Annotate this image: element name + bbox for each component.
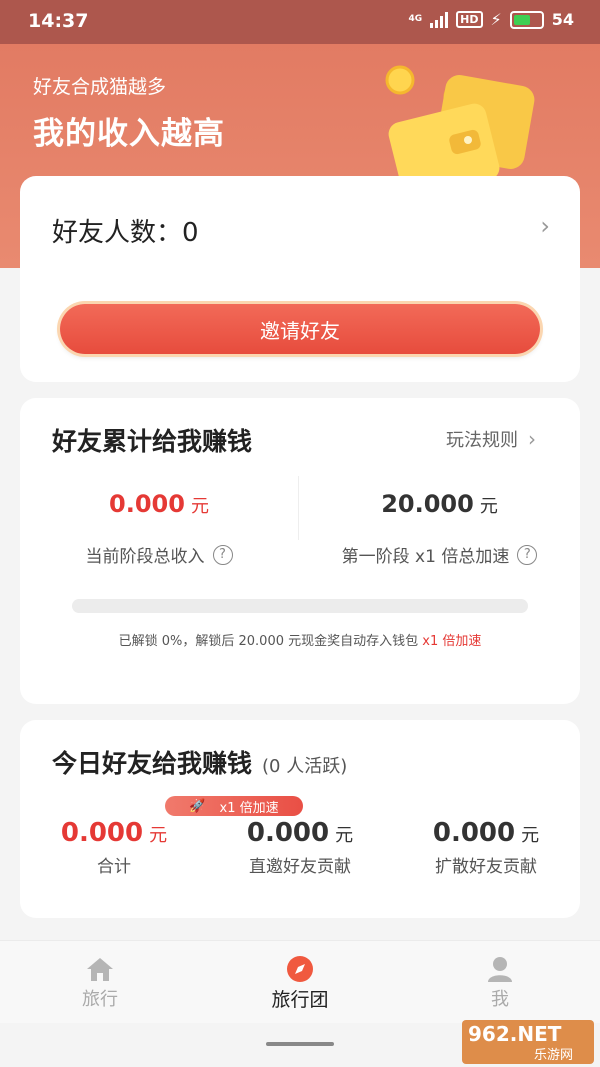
current-amount-value: 0.000 (109, 490, 185, 518)
stat-spread-label: 扩散好友贡献 (435, 857, 537, 877)
charging-icon: ⚡ (490, 10, 502, 29)
battery-icon (509, 10, 544, 29)
compass-icon (240, 955, 360, 983)
hero-title: 我的收入越高 (33, 116, 225, 152)
hero-subtitle: 好友合成猫越多 (33, 76, 167, 98)
user-icon (440, 955, 560, 983)
stat-total-label: 合计 (97, 857, 131, 877)
battery-level: 54 (551, 10, 574, 29)
stage-label-text: 第一阶段 x1 倍总加速 (341, 547, 510, 567)
stat-direct-amount: 0.000 (246, 818, 330, 848)
hd-icon: HD (456, 11, 483, 28)
signal-icon (430, 11, 449, 28)
current-stage-label: 当前阶段总收入 ? (20, 542, 298, 567)
friends-card: 好友人数：0 › 邀请好友 (20, 176, 580, 382)
home-icon (40, 955, 160, 983)
cumulative-earnings-card: 好友累计给我赚钱 玩法规则 › 0.000 元 当前阶段总收入 ? 20.000 元… (20, 398, 580, 704)
stage-label: 第一阶段 x1 倍总加速 ? (299, 542, 580, 567)
nav-item-group[interactable]: 旅行团 (240, 955, 360, 1012)
invite-friends-button[interactable]: 邀请好友 (60, 304, 540, 354)
active-count: (0 人活跃) (262, 756, 348, 777)
status-bar: 14:37 4G HD ⚡ 54 (0, 0, 600, 44)
stage-target-amount: 20.000 元 (299, 490, 580, 518)
network-type: 4G (408, 14, 423, 24)
chevron-right-icon[interactable]: › (540, 212, 550, 240)
stage-amount-value: 20.000 (381, 490, 474, 518)
unlock-text: 已解锁 0%，解锁后 20.000 元现金奖自动存入钱包 (118, 634, 419, 649)
today-header: 今日好友给我赚钱 (0 人活跃) (52, 744, 347, 780)
chevron-right-icon: › (528, 427, 536, 451)
stat-spread-amount: 0.000 (432, 818, 516, 848)
stage-amount-unit: 元 (479, 496, 498, 517)
status-time: 14:37 (28, 10, 89, 32)
stat-direct-label: 直邀好友贡献 (249, 857, 351, 877)
nav-item-me[interactable]: 我 (440, 955, 560, 1011)
current-stage-label-text: 当前阶段总收入 (85, 547, 205, 567)
rules-link-label: 玩法规则 (446, 430, 518, 451)
speed-badge-label: x1 倍加速 (219, 800, 279, 816)
nav-label-me: 我 (491, 989, 509, 1010)
stat-total: 0.000 元 合计 (20, 818, 208, 877)
watermark-brand: 962.NET (468, 1022, 562, 1046)
rocket-icon: 🚀 (189, 798, 206, 814)
unlock-note: 已解锁 0%，解锁后 20.000 元现金奖自动存入钱包 x1 倍加速 (20, 630, 580, 649)
rules-link[interactable]: 玩法规则 › (446, 426, 536, 452)
bottom-nav: 旅行 旅行团 我 (0, 940, 600, 1023)
today-earnings-card: 今日好友给我赚钱 (0 人活跃) 🚀 x1 倍加速 0.000 元 合计 0.00… (20, 720, 580, 918)
unlock-progress-bar (72, 599, 528, 613)
home-indicator (266, 1042, 334, 1046)
speed-badge: 🚀 x1 倍加速 (165, 796, 303, 816)
watermark-site: 乐游网 (534, 1048, 574, 1063)
nav-item-travel[interactable]: 旅行 (40, 955, 160, 1011)
unlock-highlight: x1 倍加速 (422, 634, 482, 649)
cumulative-title: 好友累计给我赚钱 (52, 427, 253, 456)
stat-direct: 0.000 元 直邀好友贡献 (206, 818, 394, 877)
stat-spread: 0.000 元 扩散好友贡献 (392, 818, 580, 877)
stat-unit: 元 (149, 825, 168, 846)
nav-label-group: 旅行团 (271, 989, 329, 1011)
today-title: 今日好友给我赚钱 (52, 749, 253, 778)
stat-unit: 元 (335, 825, 354, 846)
help-icon[interactable]: ? (212, 544, 233, 565)
stat-unit: 元 (521, 825, 540, 846)
current-stage-amount: 0.000 元 (20, 490, 298, 518)
watermark-logo: 962.NET 乐游网 (462, 1020, 594, 1064)
status-icons: 4G HD ⚡ 54 (409, 10, 575, 29)
current-amount-unit: 元 (190, 496, 209, 517)
stat-total-amount: 0.000 (60, 818, 144, 848)
friends-count: 好友人数：0 (52, 218, 199, 248)
help-icon[interactable]: ? (517, 544, 538, 565)
nav-label-travel: 旅行 (82, 989, 118, 1010)
